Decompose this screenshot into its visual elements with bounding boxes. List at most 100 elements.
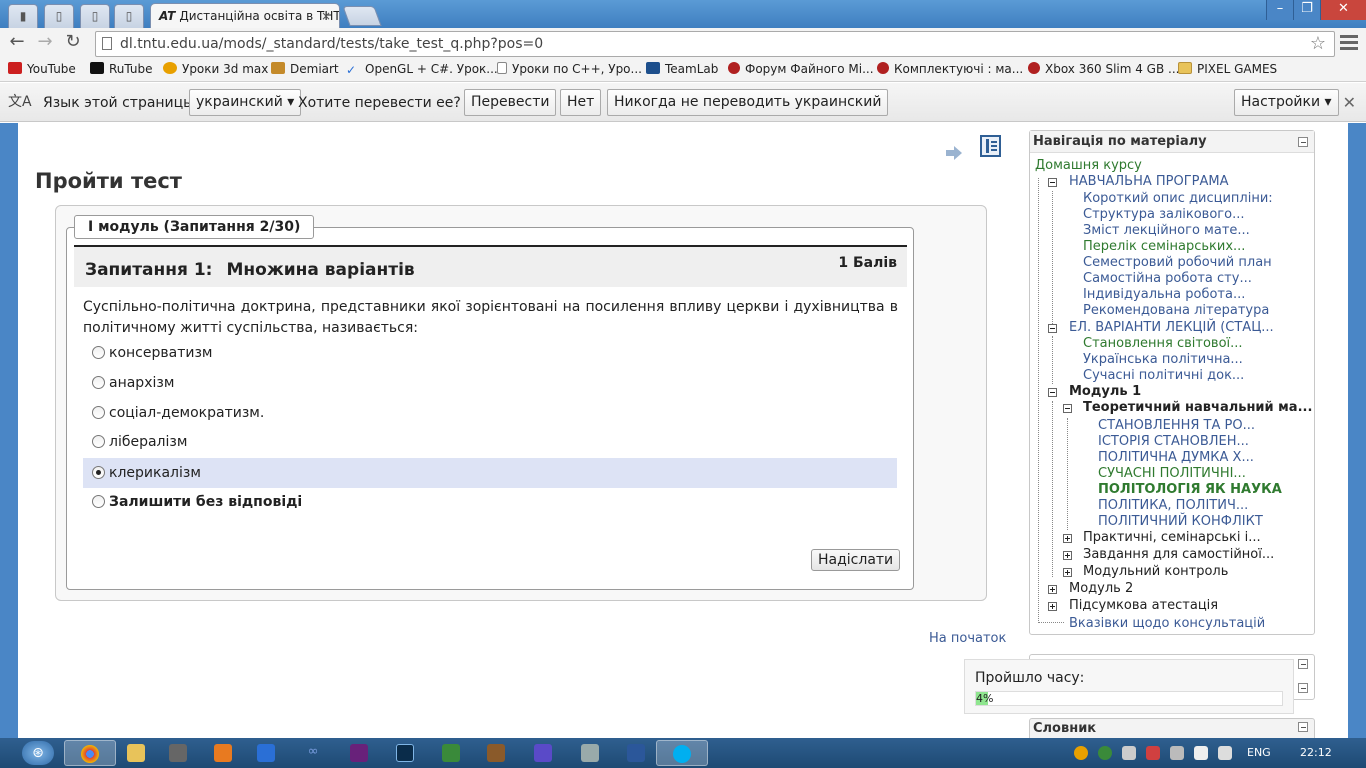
battery-icon[interactable]	[1170, 746, 1184, 760]
radio-button[interactable]	[92, 495, 105, 508]
taskbar-visual-studio[interactable]	[333, 740, 385, 766]
bookmark-rutube[interactable]: RuTube	[90, 62, 153, 76]
taskbar-app[interactable]	[470, 740, 522, 766]
answer-option-5[interactable]: клерикалізм	[83, 458, 897, 488]
nav-item[interactable]: Структура залікового...	[1083, 207, 1244, 222]
nav-section-program[interactable]: НАВЧАЛЬНА ПРОГРАМА	[1069, 174, 1229, 189]
nav-home[interactable]: Домашня курсу	[1035, 158, 1142, 173]
flag-icon[interactable]	[1218, 746, 1232, 760]
collapse-icon[interactable]	[1298, 722, 1308, 732]
taskbar-photoshop[interactable]	[379, 740, 431, 766]
bookmark-star-icon[interactable]: ☆	[1310, 33, 1326, 54]
collapse-icon[interactable]	[1298, 659, 1308, 669]
bookmark-teamlab[interactable]: TeamLab	[646, 62, 718, 76]
taskbar-app[interactable]: ∞	[287, 740, 339, 766]
taskbar-app[interactable]	[240, 740, 292, 766]
bookmark-forum[interactable]: Форум Файного Мі...	[728, 62, 874, 76]
tray-icon[interactable]	[1074, 746, 1088, 760]
bookmark-pixel-games[interactable]: PIXEL GAMES	[1178, 62, 1277, 76]
nav-item-current[interactable]: ПОЛІТОЛОГІЯ ЯК НАУКА	[1098, 482, 1282, 497]
never-translate-button[interactable]: Никогда не переводить украинский	[607, 89, 889, 116]
taskbar-calculator[interactable]	[564, 740, 616, 766]
nav-item[interactable]: Перелік семінарських...	[1083, 239, 1245, 254]
bookmark-youtube[interactable]: YouTube	[8, 62, 76, 76]
nav-item[interactable]: ІСТОРІЯ СТАНОВЛЕН...	[1098, 434, 1249, 449]
expand-tree-icon[interactable]	[1048, 585, 1057, 594]
forward-icon[interactable]: →	[34, 32, 56, 54]
nav-module-1[interactable]: Модуль 1	[1069, 384, 1141, 399]
radio-button[interactable]	[92, 376, 105, 389]
collapse-icon[interactable]	[1298, 683, 1308, 693]
expand-tree-icon[interactable]	[1063, 534, 1072, 543]
bookmark-xbox[interactable]: Xbox 360 Slim 4 GB ...	[1028, 62, 1179, 76]
bookmark-demiart[interactable]: Demiart	[271, 62, 339, 76]
answer-option-no-answer[interactable]: Залишити без відповіді	[83, 487, 897, 517]
nav-item[interactable]: Індивідуальна робота...	[1083, 287, 1245, 302]
tray-icon[interactable]	[1098, 746, 1112, 760]
nav-consult[interactable]: Вказівки щодо консультацій	[1069, 616, 1265, 631]
bookmark-3dmax[interactable]: Уроки 3d max	[163, 62, 268, 76]
answer-option-3[interactable]: соціал-демократизм.	[83, 398, 897, 428]
collapse-tree-icon[interactable]	[1063, 404, 1072, 413]
nav-item[interactable]: СУЧАСНІ ПОЛІТИЧНІ...	[1098, 466, 1246, 481]
pinned-tab-icon[interactable]: ▮	[8, 4, 38, 28]
nav-item[interactable]: Українська політична...	[1083, 352, 1243, 367]
collapse-tree-icon[interactable]	[1048, 324, 1057, 333]
no-button[interactable]: Нет	[560, 89, 602, 116]
signal-icon[interactable]	[1194, 746, 1208, 760]
new-tab-button[interactable]	[342, 6, 382, 26]
taskbar-word[interactable]	[610, 740, 662, 766]
nav-control[interactable]: Модульний контроль	[1083, 564, 1228, 579]
radio-button[interactable]	[92, 435, 105, 448]
radio-button-selected[interactable]	[92, 466, 105, 479]
back-icon[interactable]: ←	[6, 32, 28, 54]
minimize-icon[interactable]: –	[1266, 0, 1293, 20]
address-bar[interactable]: dl.tntu.edu.ua/mods/_standard/tests/take…	[95, 31, 1335, 57]
translate-button[interactable]: Перевести	[464, 89, 557, 116]
tab-close-icon[interactable]: ×	[321, 4, 331, 28]
close-window-icon[interactable]: ✕	[1320, 0, 1366, 20]
reload-icon[interactable]: ↻	[62, 32, 84, 54]
radio-button[interactable]	[92, 406, 105, 419]
collapse-icon[interactable]	[1298, 137, 1308, 147]
nav-section-lectures[interactable]: ЕЛ. ВАРІАНТИ ЛЕКЦІЙ (СТАЦ...	[1069, 320, 1274, 335]
nav-item[interactable]: ПОЛІТИКА, ПОЛІТИЧ...	[1098, 498, 1248, 513]
taskbar-app[interactable]	[517, 740, 569, 766]
translate-settings-button[interactable]: Настройки ▾	[1234, 89, 1339, 116]
nav-item[interactable]: ПОЛІТИЧНА ДУМКА Х...	[1098, 450, 1254, 465]
tab-blank-3[interactable]: ▯	[114, 4, 144, 28]
nav-item[interactable]: Семестровий робочий план	[1083, 255, 1272, 270]
nav-item[interactable]: Сучасні політичні док...	[1083, 368, 1244, 383]
nav-item[interactable]: Зміст лекційного мате...	[1083, 223, 1250, 238]
nav-item[interactable]: Короткий опис дисципліни:	[1083, 191, 1273, 206]
translate-close-icon[interactable]: ✕	[1343, 93, 1356, 112]
nav-theory[interactable]: Теоретичний навчальний ма...	[1083, 400, 1312, 415]
collapse-tree-icon[interactable]	[1048, 388, 1057, 397]
next-arrow-icon[interactable]	[946, 146, 962, 160]
restore-icon[interactable]: ❐	[1293, 0, 1320, 20]
nav-practical[interactable]: Практичні, семінарські і...	[1083, 530, 1261, 545]
expand-tree-icon[interactable]	[1063, 551, 1072, 560]
nav-item[interactable]: СТАНОВЛЕННЯ ТА РО...	[1098, 418, 1255, 433]
expand-tree-icon[interactable]	[1048, 602, 1057, 611]
menu-icon[interactable]	[1340, 35, 1358, 51]
tab-blank-1[interactable]: ▯	[44, 4, 74, 28]
active-tab[interactable]: AT Дистанційна освіта в ТНТ ×	[150, 3, 340, 28]
radio-button[interactable]	[92, 346, 105, 359]
taskbar-skype[interactable]	[656, 740, 708, 766]
language-select[interactable]: украинский ▾	[189, 89, 302, 116]
taskbar-chrome[interactable]	[64, 740, 116, 766]
collapse-tree-icon[interactable]	[1048, 178, 1057, 187]
bookmark-opengl[interactable]: ✓ OpenGL + C#. Урок...	[346, 62, 498, 77]
toggle-menu-icon[interactable]	[980, 135, 1001, 157]
nav-item[interactable]: Становлення світової...	[1083, 336, 1243, 351]
bookmark-components[interactable]: Комплектуючі : ма...	[877, 62, 1023, 76]
nav-module-2[interactable]: Модуль 2	[1069, 581, 1133, 596]
nav-item[interactable]: Рекомендована література	[1083, 303, 1269, 318]
submit-button[interactable]: Надіслати	[811, 549, 901, 571]
network-warning-icon[interactable]	[1146, 746, 1160, 760]
answer-option-4[interactable]: лібералізм	[83, 427, 897, 457]
answer-option-2[interactable]: анархізм	[83, 368, 897, 398]
nav-tasks[interactable]: Завдання для самостійної...	[1083, 547, 1274, 562]
start-icon[interactable]: ⊛	[22, 741, 54, 765]
